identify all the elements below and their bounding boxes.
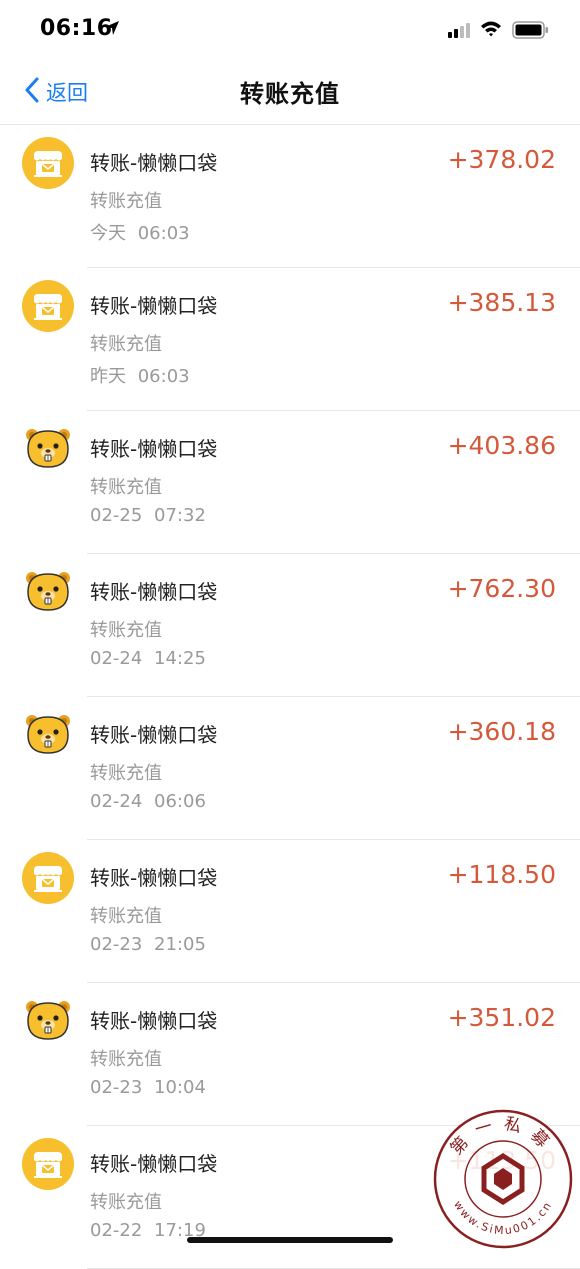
home-indicator	[187, 1237, 393, 1243]
transaction-row[interactable]: 转账-懒懒口袋 转账充值今天 06:03 +378.02	[0, 125, 580, 268]
transaction-subtitle: 转账充值	[90, 191, 162, 212]
transaction-amount: +113.50	[447, 1146, 556, 1175]
page-title: 转账充值	[240, 80, 340, 108]
transaction-row[interactable]: 转账-懒懒口袋 转账充值 02-24 06:06 +360.18	[0, 697, 580, 840]
shop-icon	[22, 852, 74, 904]
transaction-title: 转账-懒懒口袋	[90, 723, 218, 747]
shop-icon	[22, 137, 74, 189]
transaction-title: 转账-懒懒口袋	[90, 437, 218, 461]
cellular-signal-icon	[448, 22, 472, 42]
navigation-bar: 返回 转账充值	[0, 60, 580, 125]
location-arrow-icon	[104, 20, 120, 40]
transaction-time: 02-23 21:05	[90, 934, 206, 955]
transaction-row[interactable]: 转账-懒懒口袋 转账充值 02-24 14:25 +762.30	[0, 554, 580, 697]
transaction-amount: +360.18	[447, 717, 556, 746]
status-bar: 06:16	[0, 0, 580, 60]
shop-icon	[22, 280, 74, 332]
transaction-time: 昨天 06:03	[90, 366, 190, 387]
transaction-amount: +118.50	[447, 860, 556, 889]
transaction-subtitle: 转账充值	[90, 763, 162, 784]
transaction-title: 转账-懒懒口袋	[90, 1009, 218, 1033]
transaction-row[interactable]: 转账-懒懒口袋 转账充值昨天 06:03 +385.13	[0, 268, 580, 411]
transaction-subtitle: 转账充值	[90, 1049, 162, 1070]
status-time: 06:16	[40, 16, 113, 41]
transaction-time: 今天 06:03	[90, 223, 190, 244]
beaver-icon	[22, 709, 74, 761]
beaver-icon	[22, 566, 74, 618]
shop-icon	[22, 1138, 74, 1190]
wifi-icon	[480, 20, 502, 42]
transaction-row[interactable]: 转账-懒懒口袋 转账充值 02-23 10:04 +351.02	[0, 983, 580, 1126]
transaction-subtitle: 转账充值	[90, 477, 162, 498]
transaction-time: 02-23 10:04	[90, 1077, 206, 1098]
transaction-list: 转账-懒懒口袋 转账充值 今天 06:03 +378.02 转账-懒懒口袋 转账充值 昨天 …	[0, 125, 580, 1269]
transaction-time: 02-25 07:32	[90, 505, 206, 526]
transaction-row[interactable]: 转账-懒懒口袋 转账充值 02-23 21:05 +118.50	[0, 840, 580, 983]
transaction-subtitle: 转账充值	[90, 334, 162, 355]
transaction-subtitle: 转账充值	[90, 1192, 162, 1213]
beaver-icon	[22, 423, 74, 475]
transaction-amount: +762.30	[447, 574, 556, 603]
transaction-title: 转账-懒懒口袋	[90, 866, 218, 890]
transaction-row[interactable]: 转账-懒懒口袋 转账充值 02-22 17:19 +113.50	[0, 1126, 580, 1269]
transaction-row[interactable]: 转账-懒懒口袋 转账充值 02-25 07:32 +403.86	[0, 411, 580, 554]
transaction-title: 转账-懒懒口袋	[90, 580, 218, 604]
beaver-icon	[22, 995, 74, 1047]
transaction-amount: +351.02	[447, 1003, 556, 1032]
transaction-amount: +385.13	[447, 288, 556, 317]
transaction-title: 转账-懒懒口袋	[90, 151, 218, 175]
transaction-amount: +403.86	[447, 431, 556, 460]
transaction-title: 转账-懒懒口袋	[90, 1152, 218, 1176]
transaction-subtitle: 转账充值	[90, 906, 162, 927]
transaction-subtitle: 转账充值	[90, 620, 162, 641]
transaction-amount: +378.02	[447, 145, 556, 174]
transaction-title: 转账-懒懒口袋	[90, 294, 218, 318]
battery-icon	[512, 21, 550, 43]
transaction-time: 02-24 06:06	[90, 791, 206, 812]
transaction-time: 02-24 14:25	[90, 648, 206, 669]
